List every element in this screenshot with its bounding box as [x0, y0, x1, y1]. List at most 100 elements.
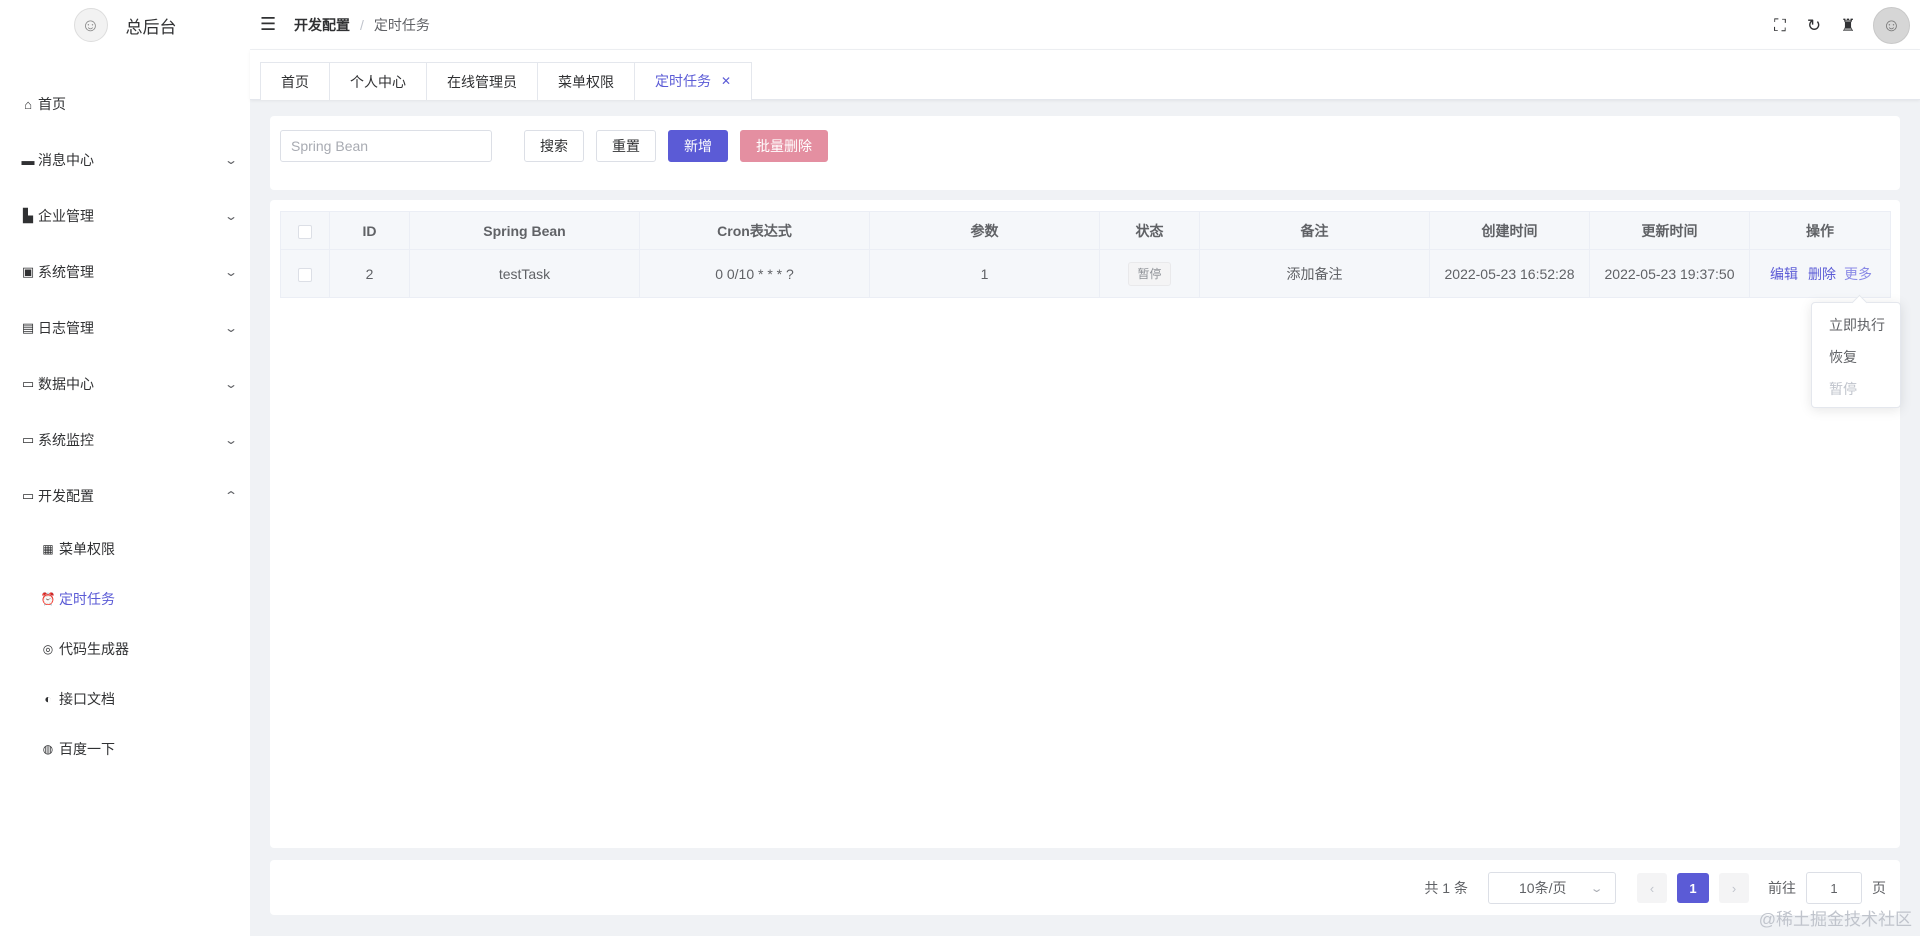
breadcrumb-parent[interactable]: 开发配置 [294, 15, 350, 35]
table-panel: ID Spring Bean Cron表达式 参数 状态 备注 创建时间 更新时… [270, 200, 1900, 848]
cell-actions: 编辑 删除 更多 [1749, 249, 1891, 298]
sidebar-subitem-api-doc[interactable]: ◐ 接口文档 [0, 674, 250, 724]
spring-bean-search-input[interactable] [280, 130, 492, 162]
sidebar-item-home[interactable]: ⌂ 首页 [0, 76, 250, 132]
column-header: Cron表达式 [639, 211, 870, 250]
globe-icon: ◍ [42, 742, 54, 756]
tab-scheduled-task[interactable]: 定时任务 ✕ [635, 63, 752, 100]
reset-button[interactable]: 重置 [596, 130, 656, 162]
tab-label: 定时任务 [655, 73, 711, 89]
delete-link[interactable]: 删除 [1808, 266, 1836, 282]
more-actions-dropdown: 立即执行 恢复 暂停 [1811, 302, 1901, 408]
sidebar-subitem-scheduled-task[interactable]: ⏰ 定时任务 [0, 574, 250, 624]
sidebar-item-monitor[interactable]: ▭ 系统监控 ⌄ [0, 412, 250, 468]
cell-bean: testTask [409, 249, 640, 298]
sidebar-item-data[interactable]: ▭ 数据中心 ⌄ [0, 356, 250, 412]
close-icon[interactable]: ✕ [721, 74, 731, 88]
status-badge: 暂停 [1128, 261, 1171, 286]
tab-online-admin[interactable]: 在线管理员 [427, 63, 538, 100]
pagination-panel: 共 1 条 10条/页 ⌄ ‹ 1 › 前往 页 [270, 860, 1900, 915]
tab-profile[interactable]: 个人中心 [330, 63, 427, 100]
chevron-down-icon: ⌄ [223, 433, 239, 447]
page-suffix-label: 页 [1872, 880, 1886, 896]
breadcrumb: 开发配置 / 定时任务 [294, 15, 430, 35]
chevron-down-icon: ⌄ [1589, 882, 1604, 895]
header-actions: ⛶ ↻ ♜ ☺ [1771, 7, 1910, 44]
sidebar-subitem-menu-permission[interactable]: ▦ 菜单权限 [0, 524, 250, 574]
edit-link[interactable]: 编辑 [1770, 266, 1798, 282]
tab-home[interactable]: 首页 [261, 63, 330, 100]
breadcrumb-separator: / [360, 16, 364, 33]
cell-updated: 2022-05-23 19:37:50 [1589, 249, 1750, 298]
sidebar-item-label: 系统管理 [38, 264, 94, 280]
more-dropdown-trigger[interactable]: 更多 [1844, 266, 1872, 282]
menu-fold-icon[interactable]: ☰ [260, 14, 278, 35]
resume-menu-item[interactable]: 恢复 [1812, 341, 1900, 373]
enterprise-icon: ▙ [23, 208, 33, 223]
fullscreen-icon[interactable]: ⛶ [1771, 16, 1789, 36]
system-icon: ▣ [21, 264, 35, 279]
page-number-active[interactable]: 1 [1677, 873, 1709, 903]
logo-icon: ☺ [73, 8, 108, 42]
run-now-menu-item[interactable]: 立即执行 [1812, 309, 1900, 341]
tab-label: 菜单权限 [558, 73, 614, 90]
prev-page-button[interactable]: ‹ [1637, 873, 1667, 903]
sidebar-subitem-label: 菜单权限 [59, 541, 115, 557]
cell-id: 2 [329, 249, 410, 298]
row-select-cell [280, 249, 330, 298]
page-size-select[interactable]: 10条/页 ⌄ [1488, 872, 1616, 904]
sidebar-menu: ⌂ 首页 ▬ 消息中心 ⌄ ▙ 企业管理 ⌄ ▣ 系统管理 ⌄ ▤ 日志管理 ⌄… [0, 76, 250, 774]
select-all-checkbox[interactable] [298, 224, 312, 239]
code-icon: ◎ [42, 642, 54, 656]
sidebar-item-enterprise[interactable]: ▙ 企业管理 ⌄ [0, 188, 250, 244]
chevron-down-icon: ⌄ [223, 153, 239, 167]
sidebar: ☺ 总后台 ⌂ 首页 ▬ 消息中心 ⌄ ▙ 企业管理 ⌄ ▣ 系统管理 ⌄ ▤ … [0, 0, 250, 936]
cell-cron: 0 0/10 * * * ? [639, 249, 870, 298]
sidebar-item-system[interactable]: ▣ 系统管理 ⌄ [0, 244, 250, 300]
table-header-row: ID Spring Bean Cron表达式 参数 状态 备注 创建时间 更新时… [280, 211, 1891, 250]
api-doc-icon: ◐ [44, 692, 52, 706]
batch-delete-button[interactable]: 批量删除 [740, 130, 828, 162]
cell-status: 暂停 [1099, 249, 1200, 298]
logo-text: 总后台 [125, 17, 177, 37]
goto-label: 前往 [1768, 880, 1796, 896]
column-header: 备注 [1199, 211, 1430, 250]
sidebar-item-message[interactable]: ▬ 消息中心 ⌄ [0, 132, 250, 188]
pause-menu-item: 暂停 [1829, 381, 1857, 397]
breadcrumb-current: 定时任务 [373, 16, 430, 33]
column-header: ID [329, 211, 410, 250]
message-icon: ▬ [21, 152, 35, 168]
sidebar-subitem-label: 代码生成器 [59, 641, 129, 657]
top-header: ☰ 开发配置 / 定时任务 ⛶ ↻ ♜ ☺ [250, 0, 1920, 50]
sidebar-item-dev[interactable]: ▭ 开发配置 ⌃ [0, 468, 250, 524]
refresh-icon[interactable]: ↻ [1805, 16, 1823, 36]
pagination: 共 1 条 10条/页 ⌄ ‹ 1 › 前往 页 [1424, 872, 1886, 904]
search-button[interactable]: 搜索 [524, 130, 584, 162]
sidebar-item-log[interactable]: ▤ 日志管理 ⌄ [0, 300, 250, 356]
sidebar-subitem-code-generator[interactable]: ◎ 代码生成器 [0, 624, 250, 674]
dev-icon: ▭ [21, 488, 35, 503]
task-table: ID Spring Bean Cron表达式 参数 状态 备注 创建时间 更新时… [280, 211, 1891, 298]
column-header: 操作 [1749, 211, 1891, 250]
log-icon: ▤ [21, 320, 35, 335]
sidebar-subitem-label: 百度一下 [59, 741, 115, 757]
clean-broom-icon[interactable]: ♜ [1839, 16, 1857, 36]
total-count: 共 1 条 [1424, 880, 1468, 896]
sidebar-item-label: 系统监控 [38, 432, 94, 448]
add-button[interactable]: 新增 [668, 130, 728, 162]
row-checkbox[interactable] [298, 267, 312, 282]
column-header: Spring Bean [409, 211, 640, 250]
tag-list: 首页 个人中心 在线管理员 菜单权限 定时任务 ✕ [260, 62, 753, 100]
page-jumper: 前往 页 [1768, 872, 1886, 904]
cell-remark: 添加备注 [1199, 249, 1430, 298]
tab-label: 个人中心 [350, 73, 406, 90]
chevron-down-icon: ⌄ [223, 209, 239, 223]
sidebar-item-label: 开发配置 [38, 488, 94, 504]
avatar[interactable]: ☺ [1873, 7, 1910, 44]
logo[interactable]: ☺ 总后台 [0, 0, 250, 50]
tab-menu-permission[interactable]: 菜单权限 [538, 63, 635, 100]
next-page-button[interactable]: › [1719, 873, 1749, 903]
sidebar-subitem-baidu[interactable]: ◍ 百度一下 [0, 724, 250, 774]
goto-page-input[interactable] [1806, 872, 1862, 904]
sidebar-item-label: 日志管理 [38, 320, 94, 336]
